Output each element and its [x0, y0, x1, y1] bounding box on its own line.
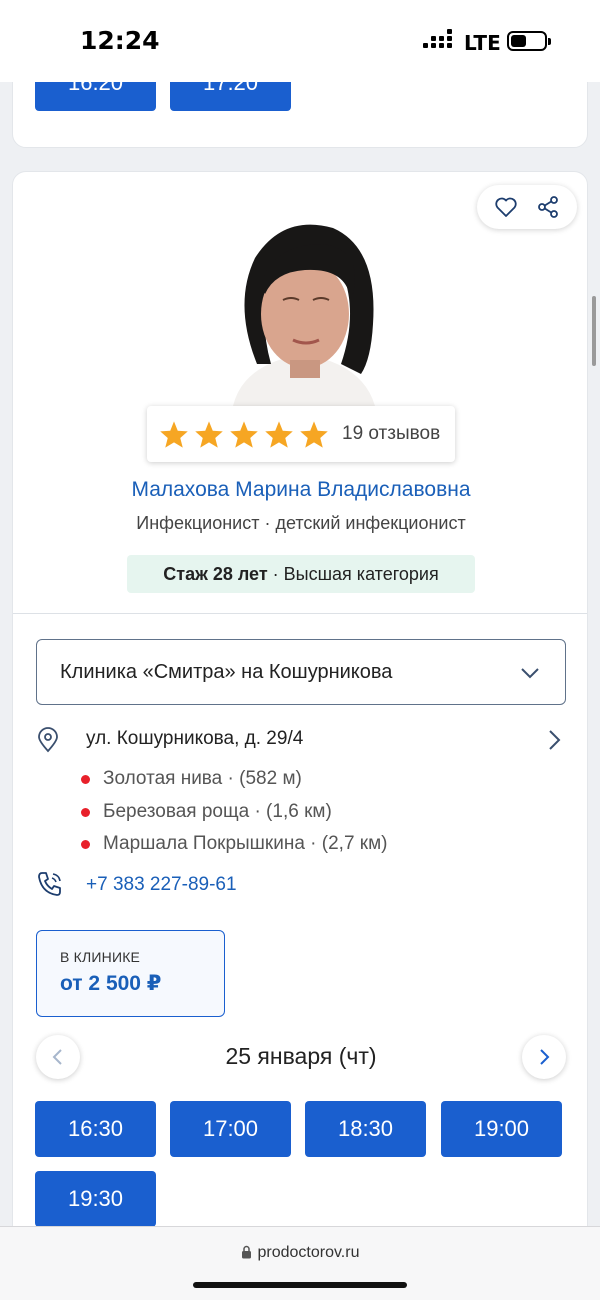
star-icon [160, 420, 188, 448]
metro-dot-icon [81, 839, 90, 849]
schedule-date: 25 января (чт) [225, 1043, 377, 1069]
doctor-name-link[interactable]: Малахова Марина Владиславовна [13, 478, 587, 502]
favorite-button[interactable] [491, 192, 521, 222]
doctor-photo[interactable] [213, 214, 393, 406]
star-icon [265, 420, 293, 448]
price-option[interactable]: В КЛИНИКЕ от 2 500 ₽ [36, 930, 225, 1017]
price-value: от 2 500 ₽ [60, 972, 162, 995]
lock-icon [241, 1245, 251, 1259]
clinic-address: ул. Кошурникова, д. 29/4 [86, 728, 304, 749]
clinic-phone-link[interactable]: +7 383 227-89-61 [86, 874, 237, 896]
phone-icon [38, 872, 61, 896]
card-actions [477, 185, 577, 229]
battery-icon [507, 31, 551, 51]
experience-badge: Стаж 28 лет · Высшая категория [127, 555, 475, 593]
metro-station-label: Березовая роща · (1,6 км) [103, 801, 332, 822]
url-bar[interactable]: prodoctorov.ru [0, 1244, 600, 1262]
signal-icon [423, 29, 455, 50]
metro-station: Маршала Покрышкина · (2,7 км) [81, 831, 388, 857]
status-bar: 12:24 LTE [0, 0, 600, 82]
heart-icon [495, 197, 517, 217]
doctor-card: 19 отзывов Малахова Марина Владиславовна… [12, 171, 588, 1300]
metro-dot-icon [81, 774, 90, 784]
clinic-select-value: Клиника «Смитра» на Кошурникова [60, 660, 393, 683]
star-icon [300, 420, 328, 448]
map-pin-icon [38, 727, 58, 753]
price-label: В КЛИНИКЕ [60, 949, 141, 965]
doctor-specialty: Инфекционист · детский инфекционист [136, 513, 466, 533]
metro-dot-icon [81, 807, 90, 817]
clinic-select[interactable]: Клиника «Смитра» на Кошурникова [36, 639, 566, 705]
phone-row[interactable]: +7 383 227-89-61 [36, 870, 237, 900]
chevron-right-icon [549, 730, 561, 750]
share-icon [538, 196, 558, 218]
time-slot-button[interactable]: 16:30 [35, 1101, 156, 1157]
share-button[interactable] [533, 192, 563, 222]
rating-badge[interactable]: 19 отзывов [147, 406, 455, 462]
time-slot-button[interactable]: 17:00 [170, 1101, 291, 1157]
chevron-right-icon [540, 1049, 550, 1065]
doctor-category: · Высшая категория [267, 563, 439, 584]
next-date-button[interactable] [522, 1035, 566, 1079]
divider [13, 613, 587, 614]
status-time: 12:24 [80, 26, 160, 55]
reviews-count: 19 отзывов [342, 423, 441, 444]
time-slot-button[interactable]: 18:30 [305, 1101, 426, 1157]
home-indicator[interactable] [193, 1282, 407, 1288]
star-icon [195, 420, 223, 448]
time-slot-button[interactable]: 19:00 [441, 1101, 562, 1157]
metro-station-label: Золотая нива · (582 м) [103, 768, 302, 789]
metro-station: Золотая нива · (582 м) [81, 766, 302, 792]
star-icon [230, 420, 258, 448]
network-type: LTE [464, 31, 501, 55]
metro-station: Березовая роща · (1,6 км) [81, 799, 332, 825]
address-row[interactable]: ул. Кошурникова, д. 29/4 [36, 725, 566, 755]
metro-station-label: Маршала Покрышкина · (2,7 км) [103, 833, 388, 854]
url-text: prodoctorov.ru [257, 1244, 360, 1261]
scrollbar[interactable] [592, 296, 596, 366]
rating-stars [159, 420, 329, 449]
browser-bottom-bar: prodoctorov.ru [0, 1226, 600, 1300]
chevron-down-icon [521, 668, 539, 679]
time-slot-button[interactable]: 19:30 [35, 1171, 156, 1227]
experience-years: Стаж 28 лет [163, 563, 268, 584]
